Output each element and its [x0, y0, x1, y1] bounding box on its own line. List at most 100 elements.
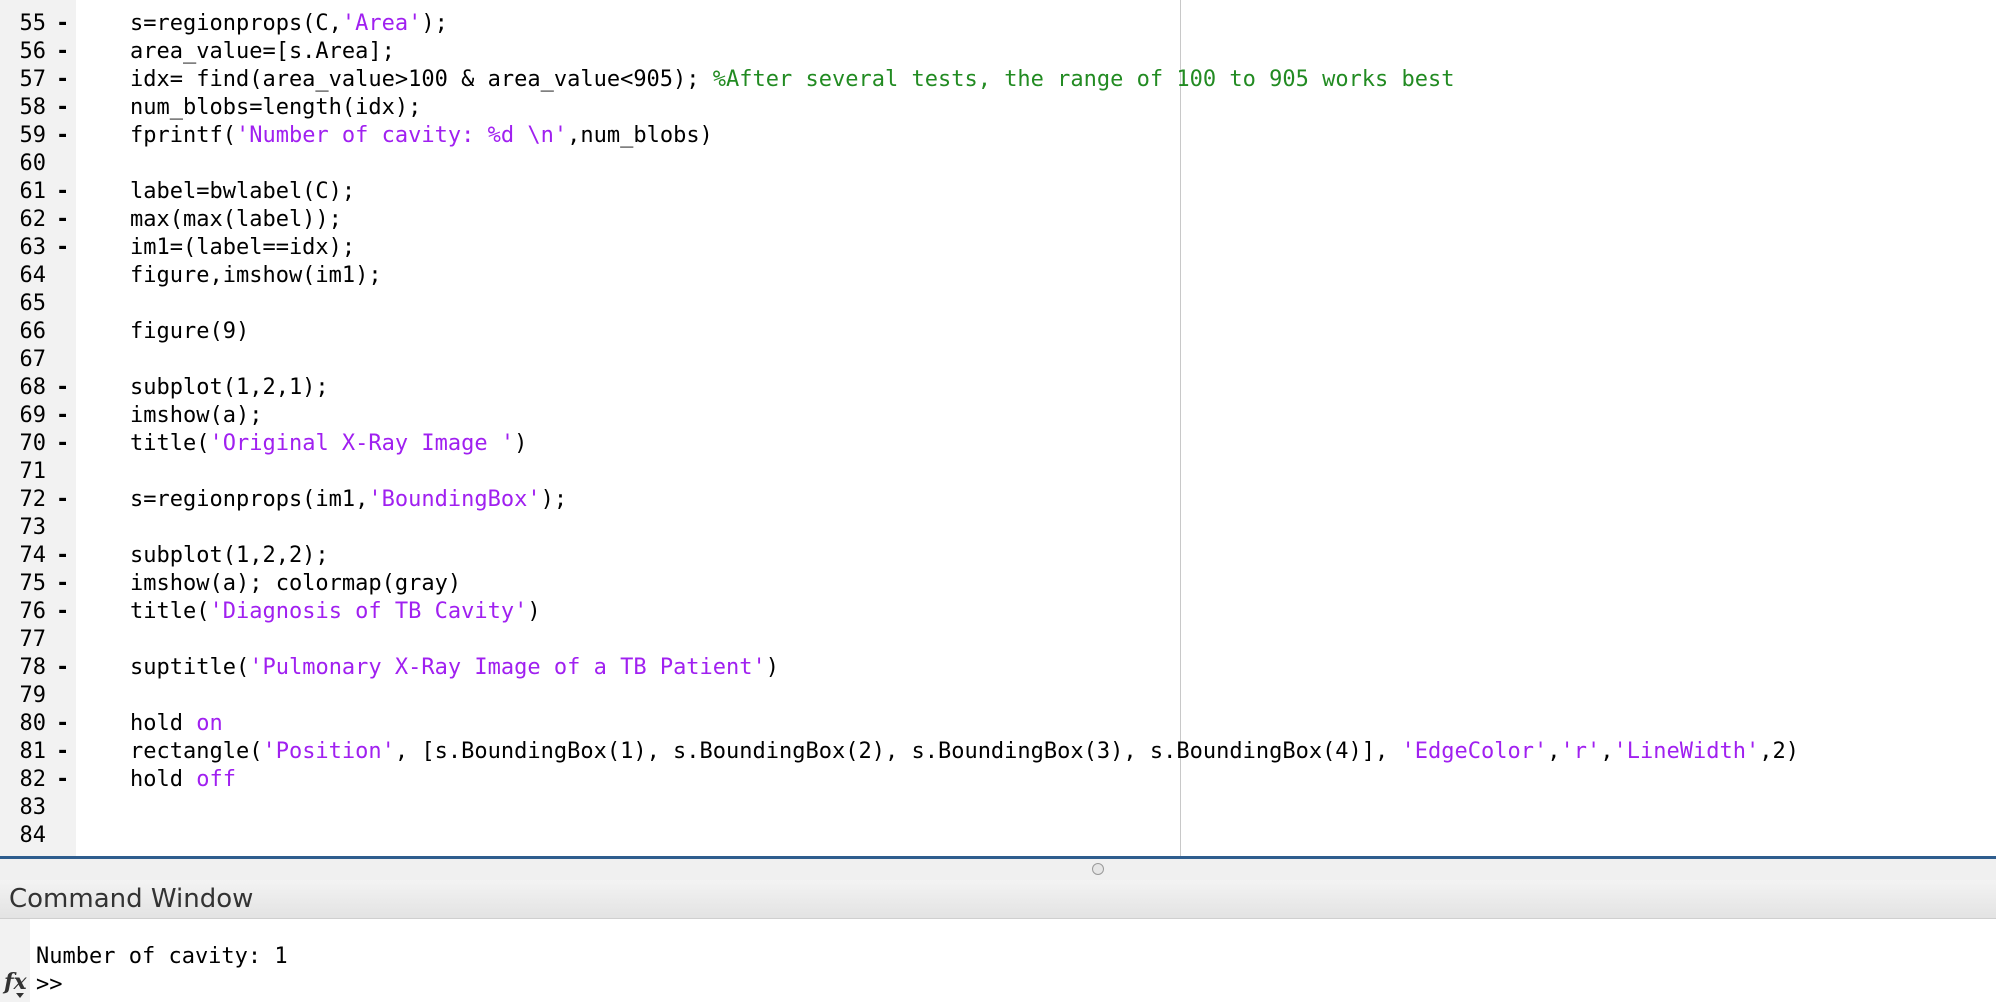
- breakpoint-marker[interactable]: -: [56, 542, 69, 570]
- code-text[interactable]: max(max(label));: [130, 206, 342, 234]
- code-lines[interactable]: 55- s=regionprops(C,'Area'); 56- area_value…: [0, 10, 1996, 850]
- code-line[interactable]: 55- s=regionprops(C,'Area');: [0, 10, 1996, 38]
- code-line[interactable]: 64 figure,imshow(im1);: [0, 262, 1996, 290]
- code-line[interactable]: 80- hold on: [0, 710, 1996, 738]
- line-number: 61: [19, 179, 47, 204]
- code-text[interactable]: suptitle('Pulmonary X-Ray Image of a TB …: [130, 654, 779, 682]
- breakpoint-marker[interactable]: -: [56, 66, 69, 94]
- code-line[interactable]: 59- fprintf('Number of cavity: %d \n',num…: [0, 122, 1996, 150]
- code-line[interactable]: 71: [0, 458, 1996, 486]
- code-line[interactable]: 61- label=bwlabel(C);: [0, 178, 1996, 206]
- code-line[interactable]: 72- s=regionprops(im1,'BoundingBox');: [0, 486, 1996, 514]
- code-token: );: [540, 487, 568, 512]
- line-number: 74: [19, 543, 47, 568]
- code-line[interactable]: 79: [0, 682, 1996, 710]
- breakpoint-marker[interactable]: -: [56, 234, 69, 262]
- code-line[interactable]: 69- imshow(a);: [0, 402, 1996, 430]
- line-number: 81: [19, 739, 47, 764]
- code-line[interactable]: 77: [0, 626, 1996, 654]
- code-text[interactable]: title('Diagnosis of TB Cavity'): [130, 598, 541, 626]
- code-token: , [s.BoundingBox(1), s.BoundingBox(2), s…: [394, 739, 1402, 764]
- code-text[interactable]: figure,imshow(im1);: [130, 262, 382, 290]
- code-text[interactable]: imshow(a); colormap(gray): [130, 570, 461, 598]
- function-browser-icon[interactable]: fx: [4, 969, 27, 995]
- code-text[interactable]: s=regionprops(C,'Area');: [130, 10, 448, 38]
- code-text[interactable]: label=bwlabel(C);: [130, 178, 355, 206]
- line-number: 70: [19, 431, 47, 456]
- breakpoint-marker[interactable]: -: [56, 430, 69, 458]
- breakpoint-marker[interactable]: -: [56, 570, 69, 598]
- code-token: hold: [130, 767, 197, 792]
- code-text[interactable]: title('Original X-Ray Image '): [130, 430, 527, 458]
- code-token: ): [527, 599, 541, 624]
- code-line[interactable]: 81- rectangle('Position', [s.BoundingBox(…: [0, 738, 1996, 766]
- code-line[interactable]: 78- suptitle('Pulmonary X-Ray Image of a …: [0, 654, 1996, 682]
- command-window-header: Command Window: [0, 880, 1996, 919]
- code-editor[interactable]: 55- s=regionprops(C,'Area'); 56- area_value…: [0, 0, 1996, 856]
- pane-splitter[interactable]: [0, 856, 1996, 880]
- code-line[interactable]: 70- title('Original X-Ray Image '): [0, 430, 1996, 458]
- code-line[interactable]: 66 figure(9): [0, 318, 1996, 346]
- breakpoint-marker[interactable]: -: [56, 94, 69, 122]
- code-text[interactable]: area_value=[s.Area];: [130, 38, 395, 66]
- code-text[interactable]: idx= find(area_value>100 & area_value<90…: [130, 66, 1455, 94]
- breakpoint-marker[interactable]: -: [56, 402, 69, 430]
- code-text[interactable]: subplot(1,2,1);: [130, 374, 329, 402]
- breakpoint-marker[interactable]: -: [56, 10, 69, 38]
- code-text[interactable]: hold off: [130, 766, 236, 794]
- code-line[interactable]: 63- im1=(label==idx);: [0, 234, 1996, 262]
- breakpoint-marker[interactable]: -: [56, 38, 69, 66]
- code-line[interactable]: 65: [0, 290, 1996, 318]
- breakpoint-marker[interactable]: -: [56, 738, 69, 766]
- code-line[interactable]: 83: [0, 794, 1996, 822]
- breakpoint-marker[interactable]: -: [56, 206, 69, 234]
- breakpoint-marker[interactable]: -: [56, 178, 69, 206]
- line-number: 58: [19, 95, 47, 120]
- code-line[interactable]: 57- idx= find(area_value>100 & area_value…: [0, 66, 1996, 94]
- code-line[interactable]: 74- subplot(1,2,2);: [0, 542, 1996, 570]
- code-text[interactable]: rectangle('Position', [s.BoundingBox(1),…: [130, 738, 1799, 766]
- code-str: 'Diagnosis of TB Cavity': [209, 599, 528, 624]
- code-token: ,2): [1759, 739, 1799, 764]
- code-text[interactable]: num_blobs=length(idx);: [130, 94, 421, 122]
- line-number: 64: [19, 263, 47, 288]
- code-text[interactable]: hold on: [130, 710, 223, 738]
- line-number: 60: [19, 151, 47, 176]
- code-line[interactable]: 62- max(max(label));: [0, 206, 1996, 234]
- code-line[interactable]: 56- area_value=[s.Area];: [0, 38, 1996, 66]
- breakpoint-marker[interactable]: -: [56, 710, 69, 738]
- code-text[interactable]: fprintf('Number of cavity: %d \n',num_bl…: [130, 122, 713, 150]
- breakpoint-marker[interactable]: -: [56, 766, 69, 794]
- splitter-handle[interactable]: [1092, 863, 1104, 875]
- code-line[interactable]: 75- imshow(a); colormap(gray): [0, 570, 1996, 598]
- line-number: 59: [19, 123, 47, 148]
- breakpoint-marker[interactable]: -: [56, 374, 69, 402]
- code-line[interactable]: 84: [0, 822, 1996, 850]
- code-text[interactable]: figure(9): [130, 318, 249, 346]
- code-token: subplot(1,2,2);: [130, 543, 329, 568]
- code-text[interactable]: im1=(label==idx);: [130, 234, 355, 262]
- breakpoint-marker[interactable]: -: [56, 598, 69, 626]
- code-text[interactable]: imshow(a);: [130, 402, 262, 430]
- code-line[interactable]: 73: [0, 514, 1996, 542]
- code-token: fprintf(: [130, 123, 236, 148]
- breakpoint-marker[interactable]: -: [56, 654, 69, 682]
- code-text[interactable]: subplot(1,2,2);: [130, 542, 329, 570]
- line-number: 73: [19, 515, 47, 540]
- code-line[interactable]: 58- num_blobs=length(idx);: [0, 94, 1996, 122]
- breakpoint-marker[interactable]: -: [56, 122, 69, 150]
- code-line[interactable]: 76- title('Diagnosis of TB Cavity'): [0, 598, 1996, 626]
- code-line[interactable]: 68- subplot(1,2,1);: [0, 374, 1996, 402]
- code-line[interactable]: 67: [0, 346, 1996, 374]
- breakpoint-marker[interactable]: -: [56, 486, 69, 514]
- command-prompt[interactable]: >>: [36, 971, 63, 999]
- code-line[interactable]: 60: [0, 150, 1996, 178]
- code-token: );: [421, 11, 448, 36]
- command-window[interactable]: Number of cavity: 1 fx >>: [0, 919, 1996, 1002]
- code-str: 'Original X-Ray Image ': [209, 431, 515, 456]
- line-number: 67: [19, 347, 47, 372]
- code-text[interactable]: s=regionprops(im1,'BoundingBox');: [130, 486, 567, 514]
- code-token: subplot(1,2,1);: [130, 375, 329, 400]
- chevron-down-icon[interactable]: [16, 993, 24, 998]
- code-line[interactable]: 82- hold off: [0, 766, 1996, 794]
